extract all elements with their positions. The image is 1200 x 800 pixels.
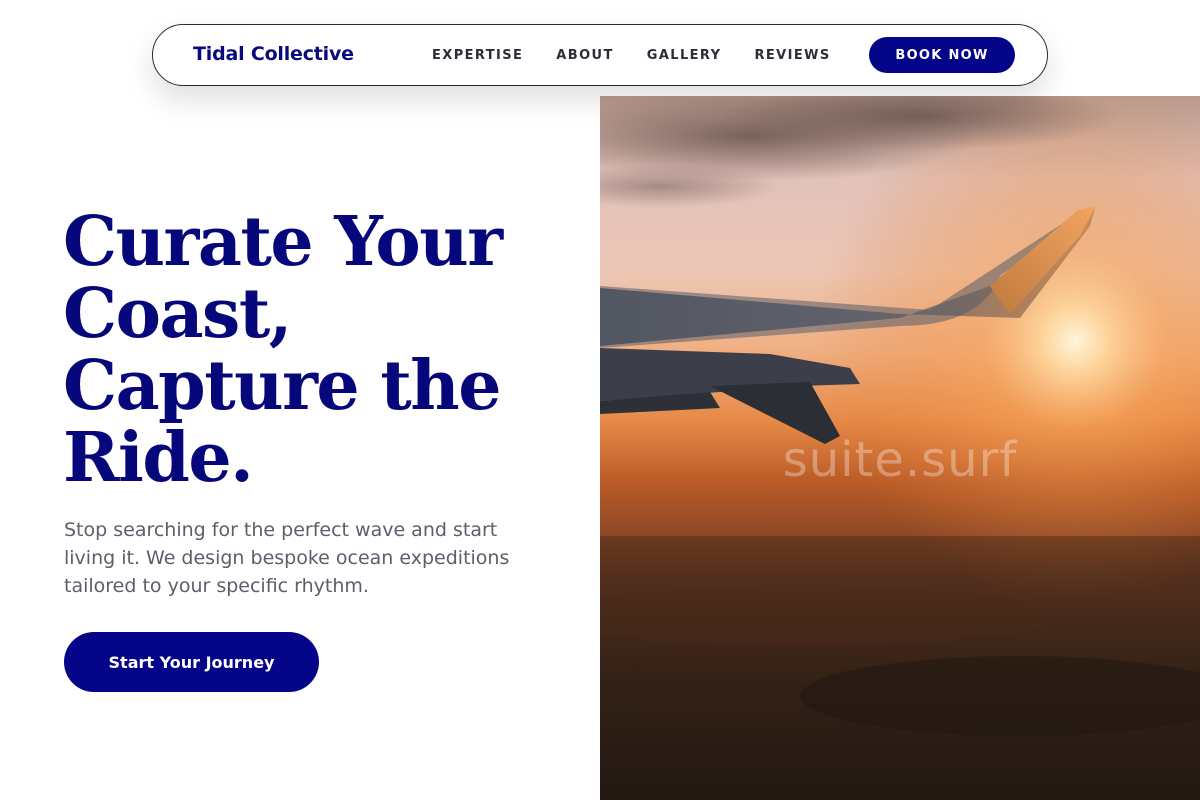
hero-image-airplane-wing-sunset: suite.surf: [600, 96, 1200, 800]
book-now-button[interactable]: BOOK NOW: [869, 37, 1015, 73]
nav-link-gallery[interactable]: GALLERY: [647, 47, 722, 65]
nav-links: EXPERTISE ABOUT GALLERY REVIEWS: [432, 47, 864, 65]
hero-title-line: Ride.: [63, 418, 254, 498]
hero-subtitle: Stop searching for the perfect wave and …: [64, 519, 510, 597]
hero-title: Curate Your Coast, Capture the Ride.: [63, 206, 583, 494]
brand-logo[interactable]: Tidal Collective: [193, 43, 354, 65]
hero-title-line: Capture the: [63, 346, 501, 426]
nav-link-reviews[interactable]: REVIEWS: [754, 47, 830, 65]
hero-title-line: Curate Your: [63, 202, 503, 282]
nav-link-about[interactable]: ABOUT: [556, 47, 613, 65]
top-navbar: Tidal Collective EXPERTISE ABOUT GALLERY…: [152, 24, 1048, 86]
hero-title-line: Coast,: [63, 274, 292, 354]
sunset-scene: [600, 96, 1200, 800]
nav-link-expertise[interactable]: EXPERTISE: [432, 47, 523, 65]
start-journey-button[interactable]: Start Your Journey: [64, 632, 319, 692]
